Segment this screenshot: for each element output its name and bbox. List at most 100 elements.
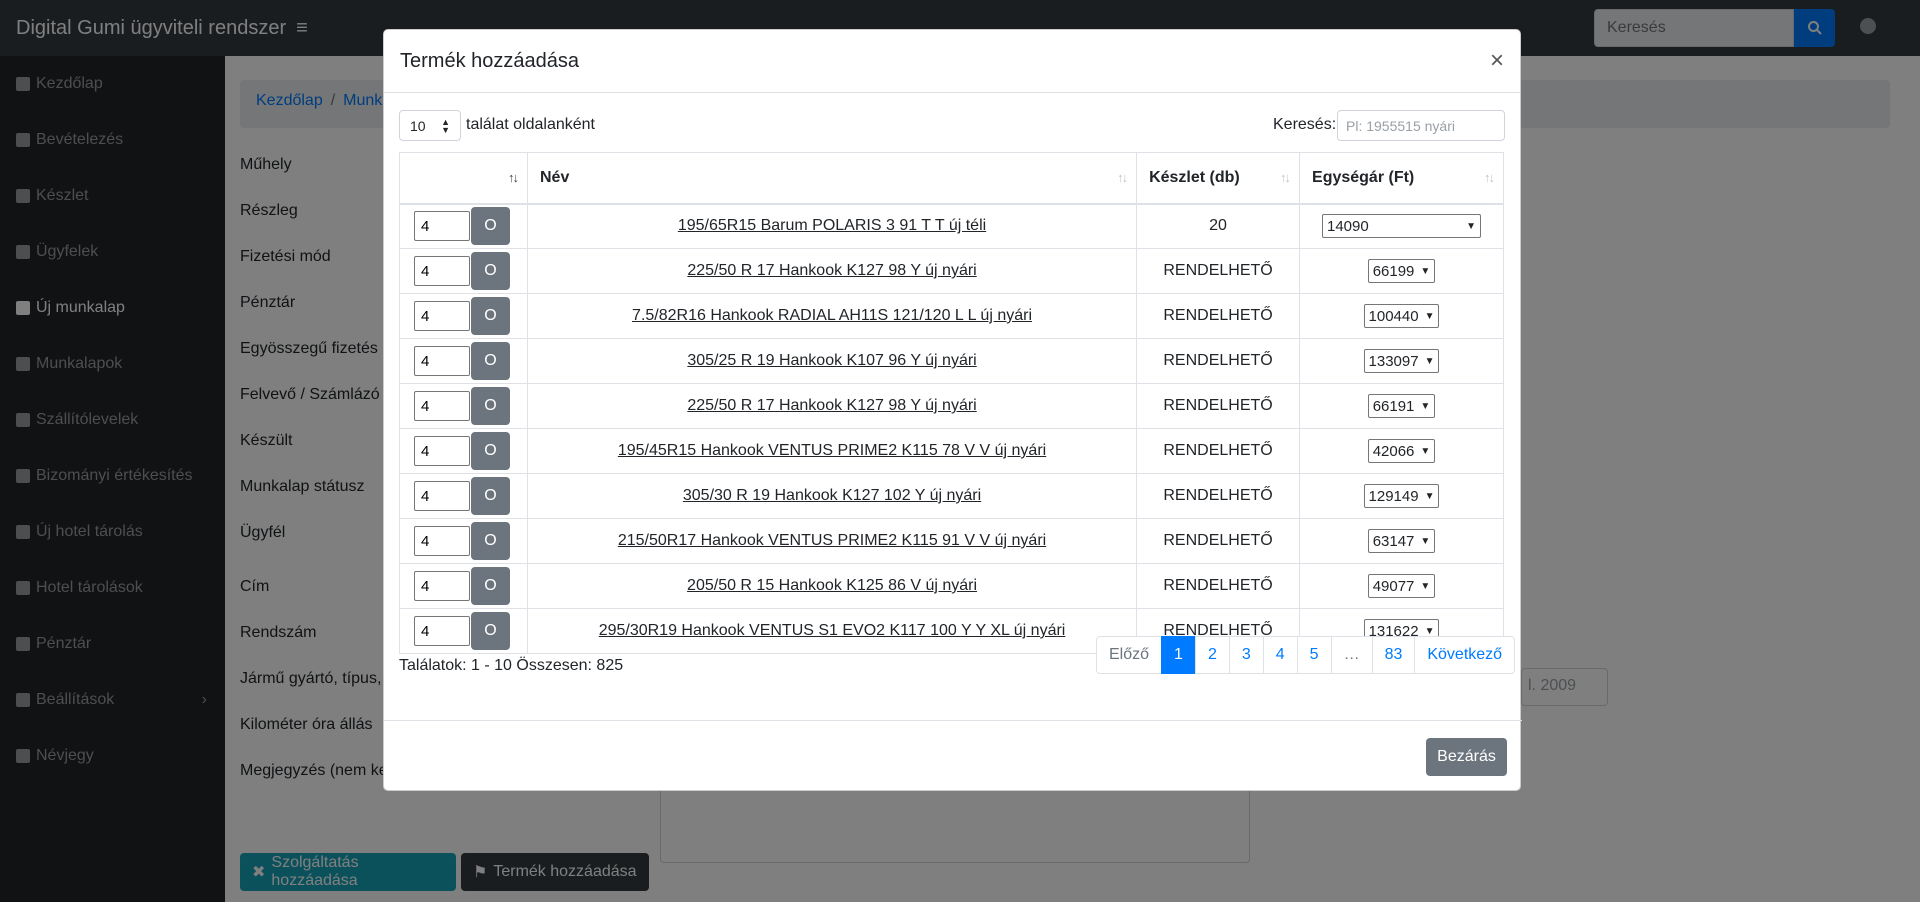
price-select[interactable]: 129149 ▼ <box>1363 484 1440 508</box>
pagination-page[interactable]: … <box>1330 636 1373 674</box>
col-header-qty[interactable]: ↑↓ <box>399 152 528 205</box>
pagination-page[interactable]: 4 <box>1262 636 1298 674</box>
add-row-button[interactable]: O <box>471 477 510 515</box>
qty-cell: O <box>399 428 528 474</box>
col-header-name[interactable]: Név ↑↓ <box>526 152 1138 205</box>
qty-cell: O <box>399 518 528 564</box>
close-icon[interactable]: × <box>1490 49 1504 73</box>
name-cell: 195/65R15 Barum POLARIS 3 91 T T új téli <box>526 203 1138 249</box>
table-row: O 7.5/82R16 Hankook RADIAL AH11S 121/120 … <box>399 293 1504 339</box>
stock-cell: RENDELHETŐ <box>1136 563 1301 609</box>
name-cell: 225/50 R 17 Hankook K127 98 Y új nyári <box>526 248 1138 294</box>
add-row-button[interactable]: O <box>471 207 510 246</box>
table-search-input[interactable] <box>1337 110 1505 141</box>
stock-cell: RENDELHETŐ <box>1136 383 1301 429</box>
add-row-button[interactable]: O <box>471 612 510 650</box>
quantity-input[interactable] <box>414 481 470 511</box>
product-link[interactable]: 195/45R15 Hankook VENTUS PRIME2 K115 78 … <box>618 442 1046 459</box>
price-cell: 63147 ▼ <box>1299 518 1504 564</box>
product-link[interactable]: 7.5/82R16 Hankook RADIAL AH11S 121/120 L… <box>632 307 1032 324</box>
modal-body: 10 ▲▼ találat oldalanként Keresés: ↑↓ Né… <box>384 93 1520 721</box>
add-row-button[interactable]: O <box>471 522 510 560</box>
product-link[interactable]: 225/50 R 17 Hankook K127 98 Y új nyári <box>687 262 976 279</box>
price-select[interactable]: 42066 ▼ <box>1367 439 1436 463</box>
price-value: 49077 <box>1372 577 1415 595</box>
close-button[interactable]: Bezárás <box>1426 738 1507 776</box>
sort-icon: ↑↓ <box>1117 170 1128 185</box>
quantity-input[interactable] <box>414 571 470 601</box>
name-cell: 225/50 R 17 Hankook K127 98 Y új nyári <box>526 383 1138 429</box>
price-value: 42066 <box>1372 442 1415 460</box>
pagination-page[interactable]: 1 <box>1161 636 1196 674</box>
name-cell: 195/45R15 Hankook VENTUS PRIME2 K115 78 … <box>526 428 1138 474</box>
caret-down-icon: ▼ <box>1420 265 1431 277</box>
table-header-row: ↑↓ Név ↑↓ Készlet (db) ↑↓ Egységár (Ft) ↑↓ <box>399 152 1504 205</box>
add-product-modal: Termék hozzáadása × 10 ▲ ▼ találat oldala… <box>383 29 1522 791</box>
quantity-input[interactable] <box>414 301 470 331</box>
table-row: O 225/50 R 17 Hankook K127 98 Y új nyári R… <box>399 248 1504 294</box>
page-length-select[interactable]: 10 ▲ ▼ <box>399 110 461 141</box>
modal-title: Termék hozzáadása <box>400 49 579 72</box>
price-select[interactable]: 14090 ▼ <box>1322 214 1481 239</box>
stock-cell: RENDELHETŐ <box>1136 338 1301 384</box>
quantity-input[interactable] <box>414 211 470 242</box>
table-search-label: Keresés: <box>1273 116 1337 133</box>
price-select[interactable]: 133097 ▼ <box>1363 349 1440 373</box>
pagination-page[interactable]: 83 <box>1371 636 1416 674</box>
updown-icon: ▲ ▼ <box>441 116 450 135</box>
stock-cell: RENDELHETŐ <box>1136 248 1301 294</box>
col-header-price[interactable]: Egységár (Ft) ↑↓ <box>1299 152 1504 205</box>
qty-cell: O <box>399 563 528 609</box>
page-length-label: találat oldalanként <box>466 116 595 133</box>
price-select[interactable]: 63147 ▼ <box>1367 529 1436 553</box>
qty-cell: O <box>399 248 528 294</box>
pagination-next[interactable]: Következő <box>1414 636 1516 674</box>
price-select[interactable]: 66191 ▼ <box>1367 394 1436 418</box>
product-link[interactable]: 205/50 R 15 Hankook K125 86 V új nyári <box>687 577 977 594</box>
product-link[interactable]: 305/30 R 19 Hankook K127 102 Y új nyári <box>683 487 981 504</box>
price-select[interactable]: 100440 ▼ <box>1363 304 1440 328</box>
name-cell: 305/30 R 19 Hankook K127 102 Y új nyári <box>526 473 1138 519</box>
pagination-page[interactable]: 3 <box>1228 636 1264 674</box>
add-row-button[interactable]: O <box>471 342 510 380</box>
add-row-button[interactable]: O <box>471 297 510 335</box>
price-select[interactable]: 66199 ▼ <box>1367 259 1436 283</box>
stock-cell: RENDELHETŐ <box>1136 473 1301 519</box>
pagination-page[interactable]: 5 <box>1296 636 1332 674</box>
pagination-prev[interactable]: Előző <box>1096 636 1163 674</box>
stock-cell: 20 <box>1136 203 1301 249</box>
table-row: O 195/45R15 Hankook VENTUS PRIME2 K115 78… <box>399 428 1504 474</box>
price-select[interactable]: 49077 ▼ <box>1367 574 1436 598</box>
product-link[interactable]: 215/50R17 Hankook VENTUS PRIME2 K115 91 … <box>618 532 1046 549</box>
product-link[interactable]: 195/65R15 Barum POLARIS 3 91 T T új téli <box>678 217 986 234</box>
quantity-input[interactable] <box>414 256 470 286</box>
sort-icon: ↑↓ <box>1280 170 1291 185</box>
price-cell: 66199 ▼ <box>1299 248 1504 294</box>
add-row-button[interactable]: O <box>471 252 510 290</box>
caret-down-icon: ▼ <box>1420 400 1431 412</box>
col-header-stock[interactable]: Készlet (db) ↑↓ <box>1136 152 1301 205</box>
quantity-input[interactable] <box>414 436 470 466</box>
qty-cell: O <box>399 338 528 384</box>
qty-cell: O <box>399 203 528 249</box>
quantity-input[interactable] <box>414 616 470 646</box>
quantity-input[interactable] <box>414 346 470 376</box>
pagination-page[interactable]: 2 <box>1194 636 1230 674</box>
product-link[interactable]: 305/25 R 19 Hankook K107 96 Y új nyári <box>687 352 976 369</box>
name-cell: 215/50R17 Hankook VENTUS PRIME2 K115 91 … <box>526 518 1138 564</box>
quantity-input[interactable] <box>414 391 470 421</box>
product-link[interactable]: 225/50 R 17 Hankook K127 98 Y új nyári <box>687 397 976 414</box>
page-length-value: 10 <box>410 117 426 134</box>
add-row-button[interactable]: O <box>471 567 510 605</box>
caret-down-icon: ▼ <box>1424 310 1435 322</box>
quantity-input[interactable] <box>414 526 470 556</box>
sort-asc-icon: ↑↓ <box>507 170 519 185</box>
price-value: 133097 <box>1368 352 1419 370</box>
caret-down-icon: ▼ <box>1466 220 1476 232</box>
product-link[interactable]: 295/30R19 Hankook VENTUS S1 EVO2 K117 10… <box>599 622 1066 639</box>
add-row-button[interactable]: O <box>471 387 510 425</box>
caret-down-icon: ▼ <box>1424 355 1435 367</box>
sort-icon: ↑↓ <box>1484 170 1495 185</box>
add-row-button[interactable]: O <box>471 432 510 470</box>
qty-cell: O <box>399 383 528 429</box>
